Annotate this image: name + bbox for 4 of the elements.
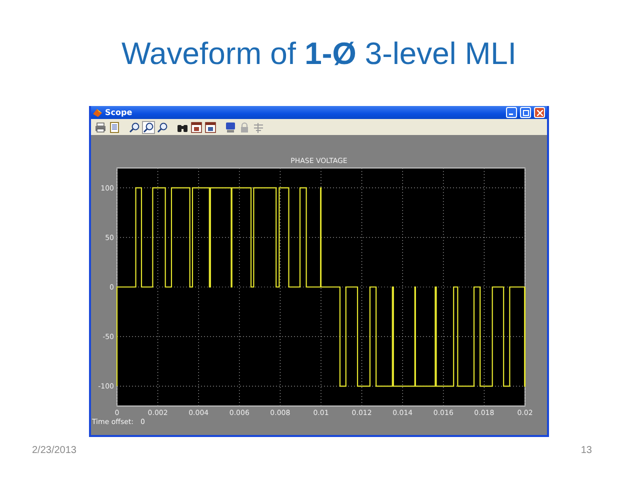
window-title: Scope [105,108,134,117]
slide-date: 2/23/2013 [32,445,76,456]
slide-title: Waveform of 1-Ø 3-level MLI [121,35,517,73]
slide-number: 13 [580,445,592,456]
